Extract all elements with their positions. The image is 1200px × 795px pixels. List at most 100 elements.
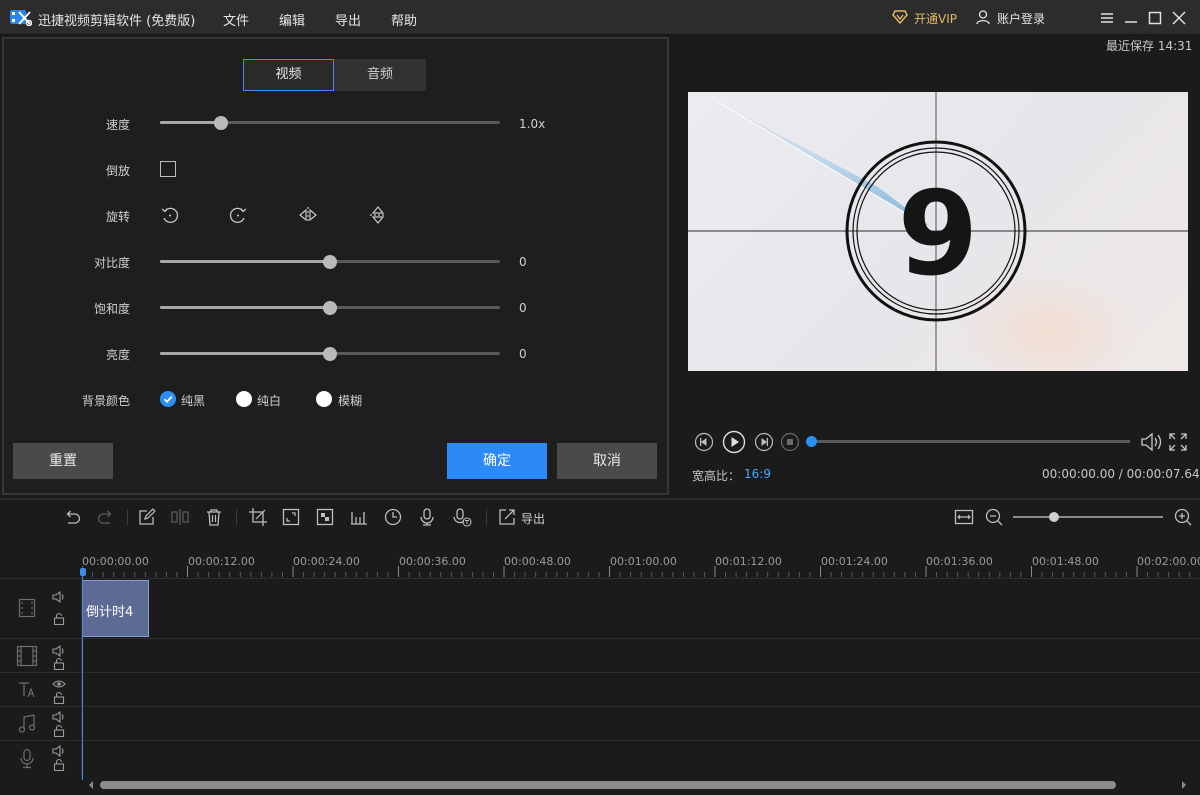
cancel-button[interactable]: 取消 [557,443,657,479]
seek-thumb[interactable] [806,436,817,447]
resize-icon[interactable] [281,507,301,527]
user-icon[interactable] [976,10,990,25]
crop-icon[interactable] [248,507,268,527]
reset-button[interactable]: 重置 [13,443,113,479]
rotate-right-icon[interactable] [228,205,248,225]
frame-ruler-icon[interactable] [349,507,369,527]
play-icon[interactable] [722,430,746,454]
speed-slider-thumb[interactable] [214,116,228,130]
previous-frame-icon[interactable] [694,432,714,452]
voice-text-icon[interactable] [452,507,472,527]
track-visibility-icon[interactable] [52,679,66,689]
rotate-left-icon[interactable] [160,205,180,225]
menu-file[interactable]: 文件 [223,10,249,29]
edit-icon[interactable] [137,507,157,527]
brightness-slider-fill [160,352,330,355]
track-lock-icon[interactable] [53,657,65,670]
track-header-music [0,707,82,741]
scroll-right-icon[interactable] [1180,780,1188,790]
track-volume-icon[interactable] [52,711,66,723]
ruler-label: 00:02:00.00 [1137,555,1200,568]
volume-icon[interactable] [1140,431,1164,453]
track-header-video [0,579,82,639]
saturation-slider-thumb[interactable] [323,301,337,315]
tab-video[interactable]: 视频 [243,59,334,91]
contrast-slider-thumb[interactable] [323,255,337,269]
login-link[interactable]: 账户登录 [997,10,1045,27]
aspect-ratio-value[interactable]: 16:9 [744,467,771,481]
speed-label: 速度 [105,118,130,132]
app-logo-icon [10,10,32,26]
delete-icon[interactable] [204,507,224,527]
time-readout: 00:00:00.00 / 00:00:07.64 [1042,467,1200,481]
vip-diamond-icon[interactable] [892,10,908,24]
contrast-value: 0 [519,255,527,269]
track-volume-icon[interactable] [52,591,66,603]
maximize-icon[interactable] [1147,10,1163,26]
track-header-overlay [0,639,82,673]
next-frame-icon[interactable] [754,432,774,452]
brightness-slider-thumb[interactable] [323,347,337,361]
track-row-video [0,578,1200,639]
app-title: 迅捷视频剪辑软件 (免费版) [38,14,196,29]
duration-clock-icon[interactable] [383,507,403,527]
minimize-icon[interactable] [1123,10,1139,26]
bg-blur-radio[interactable] [316,391,332,407]
vip-link[interactable]: 开通VIP [914,10,957,27]
flip-horizontal-icon[interactable] [297,205,319,225]
fullscreen-icon[interactable] [1168,432,1188,452]
menu-edit[interactable]: 编辑 [279,10,305,29]
voice-track-icon [20,748,34,769]
record-voice-icon[interactable] [417,507,437,527]
bg-black-radio[interactable] [160,391,176,407]
reverse-checkbox[interactable] [160,161,176,177]
export-icon[interactable] [497,507,517,527]
overlay-track-icon [16,645,38,667]
track-lock-icon[interactable] [53,691,65,704]
ruler-label: 00:00:48.00 [504,555,571,568]
ruler-label: 00:01:12.00 [715,555,782,568]
menu-help[interactable]: 帮助 [391,10,417,29]
seek-bar[interactable] [812,440,1130,443]
text-track-icon [19,682,35,698]
confirm-button[interactable]: 确定 [447,443,547,479]
track-lock-icon[interactable] [53,612,65,625]
saturation-slider-fill [160,306,330,309]
mosaic-icon[interactable] [315,507,335,527]
toolbar-divider [236,509,237,525]
zoom-slider[interactable] [1013,516,1163,518]
track-row-overlay [0,638,1200,673]
background-color-label: 背景颜色 [81,394,130,408]
track-volume-icon[interactable] [52,745,66,757]
tab-audio[interactable]: 音频 [334,59,426,91]
zoom-slider-thumb[interactable] [1049,512,1059,522]
fit-timeline-icon[interactable] [954,507,974,527]
reverse-label: 倒放 [105,164,130,178]
split-icon[interactable] [170,507,190,527]
contrast-label: 对比度 [93,256,130,270]
track-lock-icon[interactable] [53,724,65,737]
horizontal-scrollbar-thumb[interactable] [100,781,1116,789]
flip-vertical-icon[interactable] [368,204,388,226]
menu-hamburger-icon[interactable] [1099,10,1115,26]
track-row-voice [0,740,1200,778]
redo-icon[interactable] [96,507,116,527]
zoom-in-icon[interactable] [1173,507,1193,527]
close-icon[interactable] [1171,10,1187,26]
bg-white-radio[interactable] [236,391,252,407]
playhead[interactable] [82,570,83,780]
scroll-left-icon[interactable] [87,780,95,790]
toolbar-divider [127,509,128,525]
video-preview[interactable]: 9 [688,92,1188,371]
export-button[interactable]: 导出 [521,510,545,527]
bg-white-label: 纯白 [257,394,282,408]
stop-icon[interactable] [780,432,800,452]
playhead-handle[interactable] [80,568,86,576]
zoom-out-icon[interactable] [984,507,1004,527]
track-volume-icon[interactable] [52,645,66,657]
track-header-voice [0,741,82,778]
track-lock-icon[interactable] [53,758,65,771]
menu-export[interactable]: 导出 [335,10,361,29]
undo-icon[interactable] [62,507,82,527]
ruler-label: 00:00:12.00 [188,555,255,568]
